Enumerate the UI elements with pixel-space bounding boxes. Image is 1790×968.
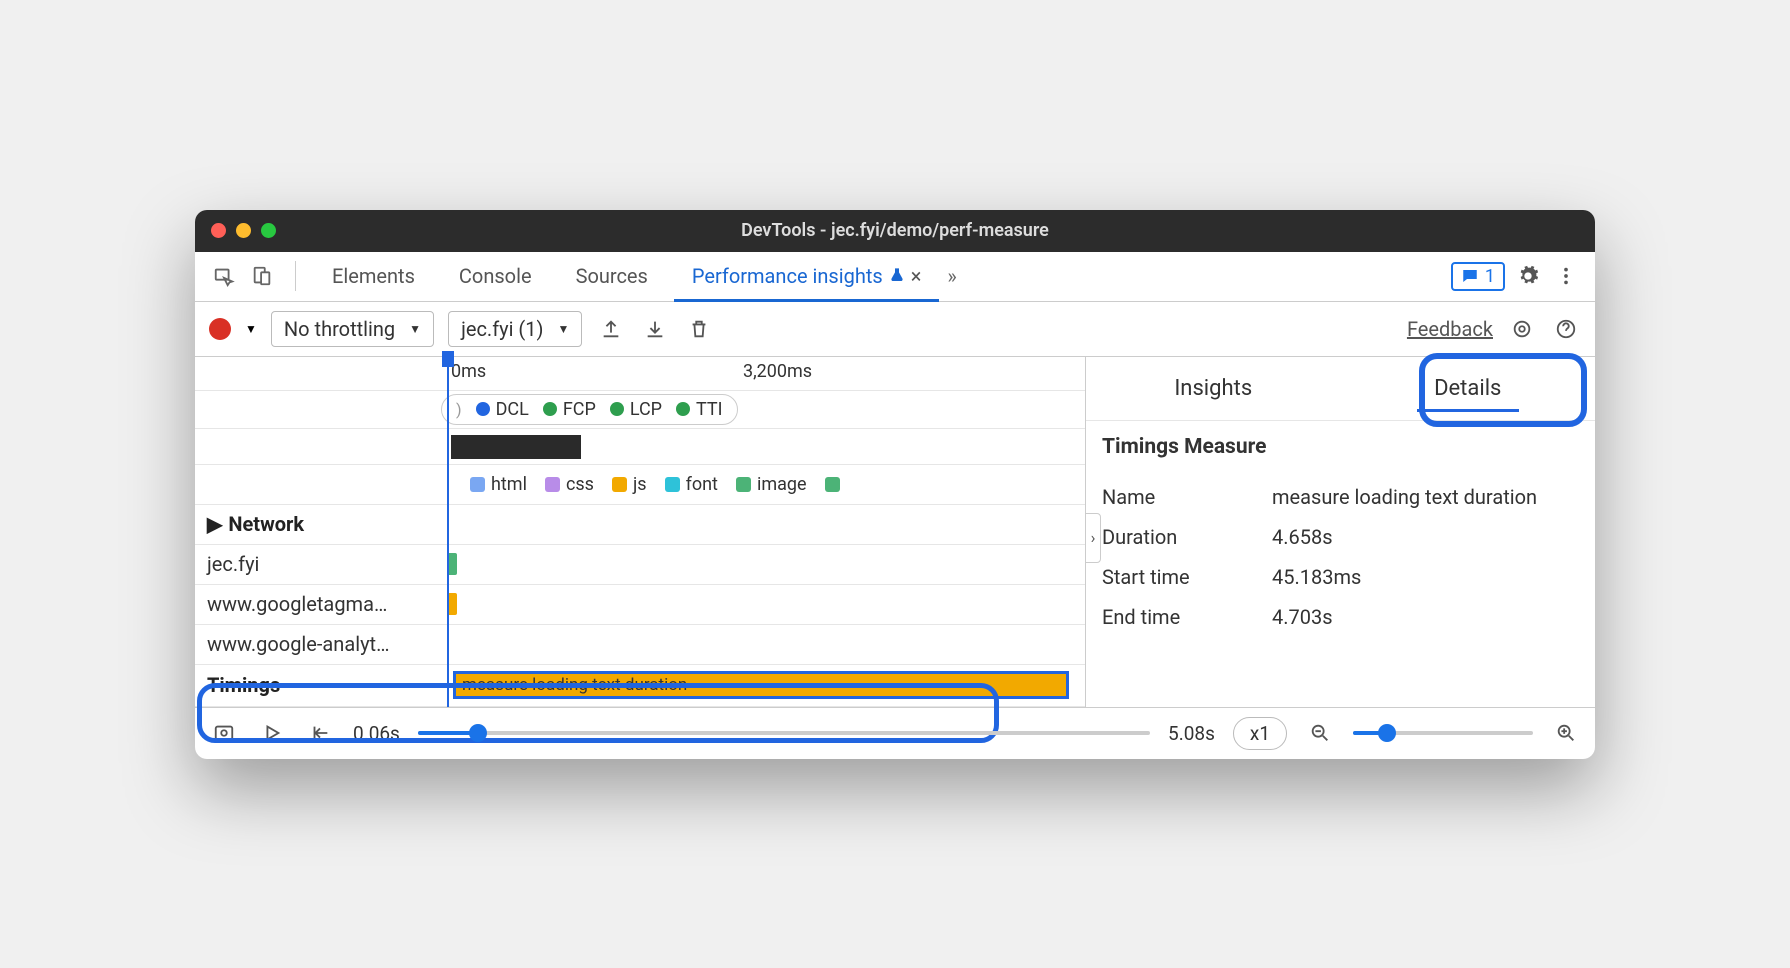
marker-tti[interactable]: TTI [676, 399, 723, 420]
timings-label: Timings [195, 673, 447, 697]
titlebar: DevTools - jec.fyi/demo/perf-measure [195, 210, 1595, 252]
help-icon[interactable] [1551, 314, 1581, 344]
details-panel: › Insights Details Timings Measure Namem… [1085, 357, 1595, 707]
close-window-button[interactable] [211, 223, 226, 238]
performance-toolbar: ▼ No throttling ▼ jec.fyi (1) ▼ Feedback [195, 302, 1595, 357]
content-area: 0ms 3,200ms ) DCL FCP LCP TTI html css j… [195, 357, 1595, 707]
timeline-panel: 0ms 3,200ms ) DCL FCP LCP TTI html css j… [195, 357, 1085, 707]
trash-icon[interactable] [684, 314, 714, 344]
legend-js: js [612, 474, 647, 495]
download-icon[interactable] [640, 314, 670, 344]
tab-sources[interactable]: Sources [558, 252, 666, 301]
window-title: DevTools - jec.fyi/demo/perf-measure [741, 220, 1049, 241]
zoom-slider[interactable] [1353, 731, 1533, 735]
details-body: Timings Measure Namemeasure loading text… [1086, 421, 1595, 651]
traffic-lights [211, 223, 276, 238]
time-ruler[interactable]: 0ms 3,200ms [195, 357, 1085, 391]
time-end: 5.08s [1168, 722, 1215, 745]
prop-row: Duration4.658s [1102, 517, 1579, 557]
inspect-icon[interactable] [209, 261, 239, 291]
network-item-row[interactable]: www.google-analyt… [195, 625, 1085, 665]
messages-badge[interactable]: 1 [1451, 262, 1505, 291]
network-item: jec.fyi [195, 552, 447, 576]
panel-settings-icon[interactable] [1507, 314, 1537, 344]
prop-row: Start time45.183ms [1102, 557, 1579, 597]
caret-down-icon: ▼ [409, 322, 421, 336]
marker-partial: ) [456, 400, 462, 419]
recording-select[interactable]: jec.fyi (1) ▼ [448, 311, 582, 347]
network-label: Network [228, 512, 304, 536]
record-button[interactable] [209, 318, 231, 340]
prop-row: End time4.703s [1102, 597, 1579, 637]
minimize-window-button[interactable] [236, 223, 251, 238]
ruler-tick: 0ms [451, 361, 486, 382]
flask-icon [889, 264, 905, 288]
tab-elements[interactable]: Elements [314, 252, 433, 301]
legend-image: image [736, 474, 807, 495]
tab-insights[interactable]: Insights [1086, 357, 1341, 420]
overview-bar-row [195, 429, 1085, 465]
network-item-row[interactable]: jec.fyi [195, 545, 1085, 585]
record-menu-caret[interactable]: ▼ [245, 322, 257, 336]
markers-pill: ) DCL FCP LCP TTI [441, 394, 738, 425]
recording-value: jec.fyi (1) [461, 317, 543, 341]
play-icon[interactable] [257, 718, 287, 748]
ruler-tick: 3,200ms [743, 361, 812, 382]
tab-console[interactable]: Console [441, 252, 550, 301]
network-item-row[interactable]: www.googletagma… [195, 585, 1085, 625]
playhead[interactable] [447, 357, 449, 707]
legend-font: font [665, 474, 718, 495]
collapse-handle[interactable]: › [1085, 513, 1101, 563]
eye-icon[interactable] [209, 718, 239, 748]
markers-row: ) DCL FCP LCP TTI [195, 391, 1085, 429]
legend-row: html css js font image [195, 465, 1085, 505]
throttling-select[interactable]: No throttling ▼ [271, 311, 434, 347]
timings-row[interactable]: Timings measure loading text duration [195, 665, 1085, 707]
marker-fcp[interactable]: FCP [543, 399, 596, 420]
network-header-row[interactable]: ▶Network [195, 505, 1085, 545]
overview-bar [451, 435, 581, 459]
timings-measure-bar[interactable]: measure loading text duration [453, 671, 1069, 699]
maximize-window-button[interactable] [261, 223, 276, 238]
gear-icon[interactable] [1513, 261, 1543, 291]
zoom-in-icon[interactable] [1551, 718, 1581, 748]
close-tab-icon[interactable]: × [911, 264, 922, 288]
tab-details[interactable]: Details [1341, 357, 1596, 420]
throttling-value: No throttling [284, 317, 395, 341]
rewind-icon[interactable] [305, 718, 335, 748]
right-tabs: Insights Details [1086, 357, 1595, 421]
device-toggle-icon[interactable] [247, 261, 277, 291]
zoom-out-icon[interactable] [1305, 718, 1335, 748]
playback-bar: 0.06s 5.08s x1 [195, 707, 1595, 759]
legend-css: css [545, 474, 594, 495]
kebab-icon[interactable] [1551, 261, 1581, 291]
chevron-right-icon: ▶ [207, 512, 222, 536]
tab-performance-insights[interactable]: Performance insights × [674, 252, 940, 301]
messages-count: 1 [1485, 266, 1495, 287]
tab-label: Performance insights [692, 264, 883, 288]
prop-row: Namemeasure loading text duration [1102, 477, 1579, 517]
speed-badge[interactable]: x1 [1233, 717, 1287, 750]
devtools-window: DevTools - jec.fyi/demo/perf-measure Ele… [195, 210, 1595, 759]
details-heading: Timings Measure [1102, 435, 1579, 459]
network-item: www.googletagma… [195, 592, 447, 616]
legend-overflow [825, 477, 840, 492]
legend-html: html [470, 474, 527, 495]
time-start: 0.06s [353, 722, 400, 745]
devtools-tabbar: Elements Console Sources Performance ins… [195, 252, 1595, 302]
time-slider[interactable] [418, 731, 1150, 735]
more-tabs-icon[interactable]: » [947, 264, 956, 288]
divider [295, 261, 296, 291]
feedback-link[interactable]: Feedback [1407, 317, 1493, 341]
upload-icon[interactable] [596, 314, 626, 344]
marker-dcl[interactable]: DCL [476, 399, 529, 420]
marker-lcp[interactable]: LCP [610, 399, 662, 420]
caret-down-icon: ▼ [557, 322, 569, 336]
network-item: www.google-analyt… [195, 632, 447, 656]
